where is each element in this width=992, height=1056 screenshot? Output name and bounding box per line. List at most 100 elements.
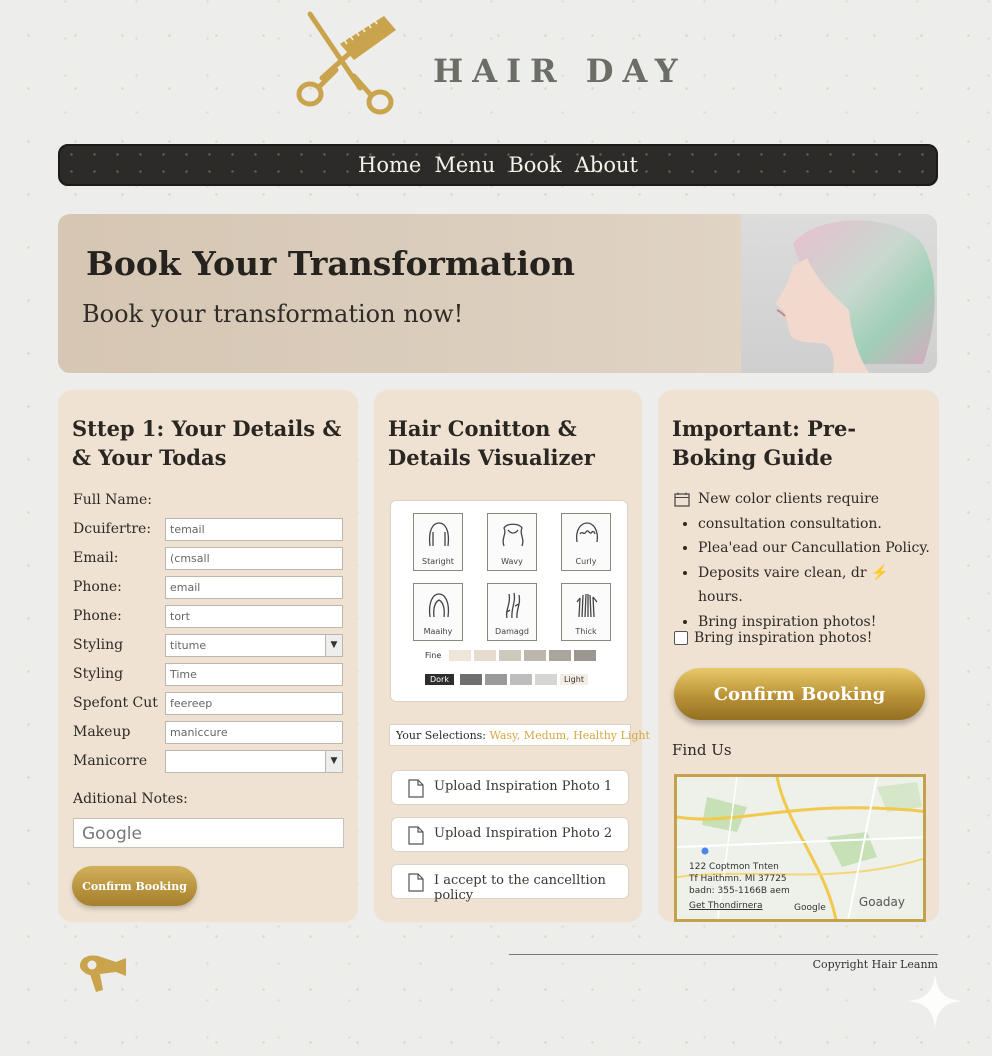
hero-title: Book Your Transformation xyxy=(86,244,576,283)
accept-policy-button[interactable]: I accept to the cancelltion policy xyxy=(391,864,629,903)
hair-tile-curly[interactable]: Curly xyxy=(561,513,611,571)
hero-subtitle: Book your transformation now! xyxy=(82,300,464,328)
brand-name: HAIR DAY xyxy=(433,52,687,90)
fullname-label: Full Name: xyxy=(73,492,153,508)
form-row: Makeup maniccure xyxy=(73,721,343,744)
field-label: Styling xyxy=(73,666,124,682)
nav-home[interactable]: Home xyxy=(358,153,421,177)
location-map[interactable]: 122 Coptmon Tnten Tf Haithmn. MI 37725 b… xyxy=(674,774,926,922)
field-label: Dcuifertre: xyxy=(73,521,152,537)
field-label: Styling xyxy=(73,637,124,653)
chevron-down-icon[interactable]: ▼ xyxy=(325,751,342,772)
nav-menu[interactable]: Menu xyxy=(434,153,495,177)
confirm-booking-button-small[interactable]: Confirm Booking xyxy=(72,866,197,906)
swatch[interactable] xyxy=(509,673,532,685)
visualizer-card: Hair Conitton & Details Visualizer Stari… xyxy=(374,390,650,922)
map-address: 122 Coptmon Tnten Tf Haithmn. MI 37725 b… xyxy=(689,862,790,896)
thick-hair-icon xyxy=(576,593,598,618)
get-directions-link[interactable]: Get Thondirnera xyxy=(689,901,763,911)
swatch[interactable] xyxy=(449,649,472,661)
styling-select[interactable]: titume ▼ xyxy=(165,634,343,657)
confirm-booking-button[interactable]: Confirm Booking xyxy=(674,668,925,720)
color-scale[interactable]: Dork Light xyxy=(425,673,596,685)
file-icon xyxy=(408,873,424,892)
text-input[interactable]: temail xyxy=(165,518,343,541)
list-item: Plea'ead our Cancullation Policy. xyxy=(698,536,934,561)
field-label: Phone: xyxy=(73,608,122,624)
cut-input[interactable]: feereep xyxy=(165,692,343,715)
checkbox-label: Bring inspiration photos! xyxy=(694,630,873,646)
swatch[interactable] xyxy=(524,649,547,661)
checkbox-box[interactable] xyxy=(674,631,688,645)
sparkle-icon xyxy=(906,972,964,1034)
swatch[interactable] xyxy=(534,673,557,685)
guide-title: Important: Pre-Boking Guide xyxy=(672,416,857,470)
swatch[interactable] xyxy=(474,649,497,661)
hero-banner: Book Your Transformation Book your trans… xyxy=(58,214,937,373)
nav-about[interactable]: About xyxy=(575,153,638,177)
field-label: Email: xyxy=(73,550,119,566)
guide-card: Important: Pre-Boking Guide New color cl… xyxy=(658,390,939,922)
field-label: Makeup xyxy=(73,724,131,740)
field-label: Phone: xyxy=(73,579,122,595)
swatch[interactable] xyxy=(499,649,522,661)
density-scale[interactable]: Fine xyxy=(425,649,599,661)
guide-bullets: consultation consultation. Plea'ead our … xyxy=(674,512,934,635)
form-row: Styling Time xyxy=(73,663,343,686)
calendar-icon xyxy=(674,492,690,507)
notes-input[interactable]: Google xyxy=(73,818,344,848)
selections-summary: Your Selections: Wasy, Medum, Healthy Li… xyxy=(389,724,650,746)
copyright-text: Copyright Hair Leanm xyxy=(812,958,938,971)
hair-tile-straight[interactable]: Staright xyxy=(413,513,463,571)
swatch[interactable] xyxy=(459,673,482,685)
form-row: Styling titume ▼ xyxy=(73,634,343,657)
nav-book[interactable]: Book xyxy=(508,153,561,177)
swatch[interactable] xyxy=(549,649,572,661)
select-value: titume xyxy=(170,639,207,652)
swatch[interactable] xyxy=(484,673,507,685)
selections-label: Your Selections: xyxy=(396,729,486,742)
form-row: Manicorre ▼ xyxy=(73,750,343,773)
footer-divider xyxy=(509,954,938,955)
find-us-label: Find Us xyxy=(672,741,732,759)
upload-photo-1-button[interactable]: Upload Inspiration Photo 1 xyxy=(391,770,629,805)
field-label: Spefont Cut xyxy=(73,695,158,711)
scale-label-light: Light xyxy=(559,673,588,685)
hair-dryer-icon xyxy=(76,952,130,1000)
scale-label-fine: Fine xyxy=(425,650,442,660)
list-item: consultation consultation. xyxy=(698,512,934,537)
field-label: Manicorre xyxy=(73,753,148,769)
form-title: Sttep 1: Your Details & & Your Todas xyxy=(72,416,342,470)
damaged-hair-icon xyxy=(505,592,521,619)
hair-tile-thick[interactable]: Thick xyxy=(561,583,611,641)
guide-list: New color clients require consultation c… xyxy=(674,487,934,634)
email-input[interactable]: (cmsall xyxy=(165,547,343,570)
inspiration-checkbox[interactable]: Bring inspiration photos! xyxy=(674,630,872,646)
wavy-hair-icon xyxy=(502,523,524,547)
time-input[interactable]: Time xyxy=(165,663,343,686)
scale-label-dark: Dork xyxy=(425,673,454,685)
guide-first-item: New color clients require xyxy=(674,487,934,512)
details-form-card: Sttep 1: Your Details & & Your Todas Ful… xyxy=(58,390,358,922)
straight-hair-icon xyxy=(428,522,450,547)
phone-input[interactable]: email xyxy=(165,576,343,599)
hair-tile-damaged[interactable]: Damagd xyxy=(487,583,537,641)
form-row: Phone: email xyxy=(73,576,343,599)
main-nav: Home Menu Book About xyxy=(58,144,938,186)
scissors-comb-logo-icon xyxy=(292,10,402,120)
google-attribution: Google xyxy=(794,903,826,913)
form-row: Dcuifertre: temail xyxy=(73,518,343,541)
form-row: Phone: tort xyxy=(73,605,343,628)
notes-label: Aditional Notes: xyxy=(73,791,188,807)
form-row: Spefont Cut feereep xyxy=(73,692,343,715)
makeup-input[interactable]: maniccure xyxy=(165,721,343,744)
chevron-down-icon[interactable]: ▼ xyxy=(325,635,342,656)
form-row: Email: (cmsall xyxy=(73,547,343,570)
file-icon xyxy=(408,826,424,845)
phone-input[interactable]: tort xyxy=(165,605,343,628)
hair-tile-wavy[interactable]: Wavy xyxy=(487,513,537,571)
manicure-select[interactable]: ▼ xyxy=(165,750,343,773)
swatch[interactable] xyxy=(574,649,597,661)
upload-photo-2-button[interactable]: Upload Inspiration Photo 2 xyxy=(391,817,629,852)
hair-tile-healthy[interactable]: Maaihy xyxy=(413,583,463,641)
